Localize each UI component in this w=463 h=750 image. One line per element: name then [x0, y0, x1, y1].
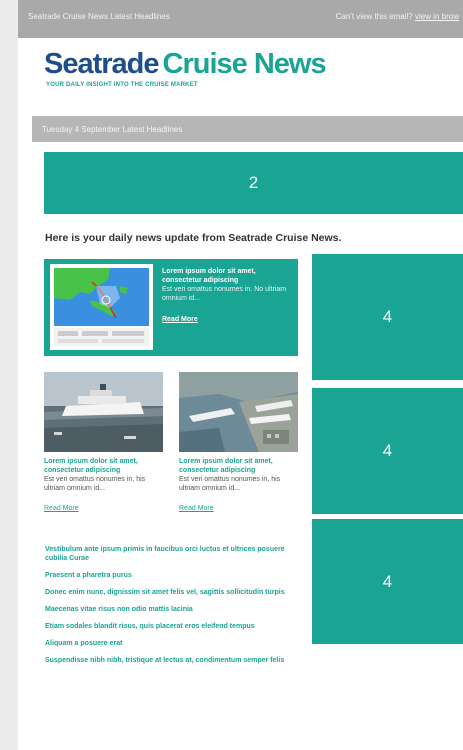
cruise-ship-photo-1[interactable]	[44, 372, 163, 452]
date-bar: Tuesday 4 September Latest Headlines	[32, 116, 463, 142]
headline-link-6[interactable]: Aliquam a posuere erat	[45, 639, 307, 648]
story-2-title[interactable]: Lorem ipsum dolor sit amet, consectetur …	[179, 457, 298, 475]
story-card-1: Lorem ipsum dolor sit amet, consectetur …	[44, 372, 163, 512]
email-top-bar: Seatrade Cruise News Latest Headlines Ca…	[18, 0, 463, 38]
weather-map-icon	[50, 264, 153, 350]
view-in-browser-prefix: Can't view this email?	[335, 12, 413, 21]
headline-link-7[interactable]: Suspendisse nibh nibh, tristique at lect…	[45, 656, 307, 665]
logo-word-seatrade: Seatrade	[44, 48, 160, 80]
view-in-browser: Can't view this email? view in brow	[336, 12, 459, 21]
banner-placeholder[interactable]: 2	[44, 152, 463, 214]
headline-links-list: Vestibulum ante ipsum primis in faucibus…	[45, 545, 307, 673]
story-1-title[interactable]: Lorem ipsum dolor sit amet, consectetur …	[44, 457, 163, 475]
feature-summary: Est veri omattus nonumes in. No ultriam …	[162, 286, 287, 302]
story-2-read-more-link[interactable]: Read More	[179, 505, 298, 512]
harbor-aerial-photo[interactable]	[179, 372, 298, 452]
left-margin	[0, 0, 18, 750]
side-ad-placeholder-2[interactable]: 4	[312, 388, 463, 514]
story-1-summary: Est veri omattus nonumes in, his ultriam…	[44, 476, 146, 492]
headline-link-5[interactable]: Etiam sodales blandit risus, quis placer…	[45, 622, 307, 631]
date-headline: Tuesday 4 September Latest Headlines	[42, 125, 183, 134]
headline-link-2[interactable]: Praesent a pharetra purus	[45, 571, 307, 580]
seatrade-logo[interactable]: Seatrade Cruise News	[44, 48, 327, 81]
feature-story: Lorem ipsum dolor sit amet, consectetur …	[44, 259, 298, 356]
weather-map-image[interactable]	[50, 264, 153, 350]
feature-headline[interactable]: Lorem ipsum dolor sit amet, consectetur …	[162, 267, 292, 285]
email-body: Seatrade Cruise News Latest Headlines Ca…	[18, 0, 463, 750]
story-card-2: Lorem ipsum dolor sit amet, consectetur …	[179, 372, 298, 512]
intro-text: Here is your daily news update from Seat…	[45, 232, 342, 244]
headline-link-3[interactable]: Donec enim nunc, dignissim sit amet feli…	[45, 588, 307, 597]
cruise-ship-image-icon	[44, 372, 163, 452]
harbor-image-icon	[179, 372, 298, 452]
view-in-browser-link[interactable]: view in brow	[415, 12, 459, 21]
headline-link-1[interactable]: Vestibulum ante ipsum primis in faucibus…	[45, 545, 307, 563]
headline-link-4[interactable]: Maecenas vitae risus non odio mattis lac…	[45, 605, 307, 614]
story-1-read-more-link[interactable]: Read More	[44, 505, 163, 512]
feature-read-more-link[interactable]: Read More	[162, 315, 198, 324]
feature-text: Lorem ipsum dolor sit amet, consectetur …	[162, 267, 292, 324]
story-2-summary: Est veri omattus nonumes in, his ultriam…	[179, 476, 281, 492]
top-bar-title: Seatrade Cruise News Latest Headlines	[28, 12, 170, 21]
side-ad-placeholder-1[interactable]: 4	[312, 254, 463, 380]
tagline: YOUR DAILY INSIGHT INTO THE CRUISE MARKE…	[46, 82, 198, 88]
side-ad-placeholder-3[interactable]: 4	[312, 519, 463, 644]
logo-word-cruise-news: Cruise News	[162, 48, 327, 80]
